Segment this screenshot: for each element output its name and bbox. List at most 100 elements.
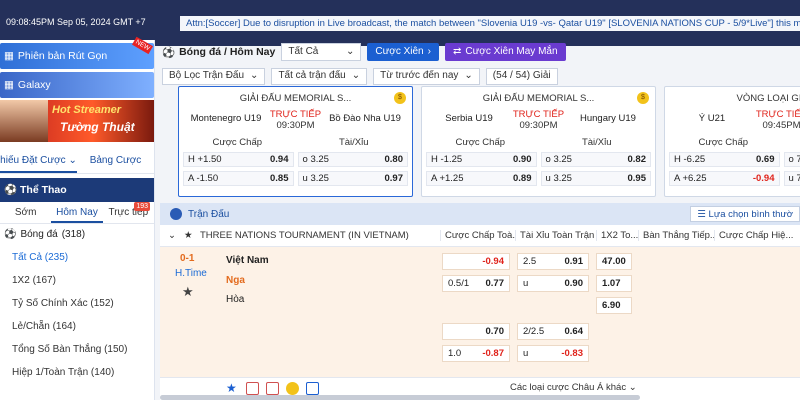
- match-period: H.Time: [175, 268, 207, 279]
- tab-early[interactable]: Sớm: [0, 202, 51, 223]
- star-icon[interactable]: ★: [184, 230, 193, 241]
- match-filter-select[interactable]: Bộ Lọc Trận Đấu ⌄: [162, 67, 266, 85]
- odds-cell[interactable]: A +6.25 -0.94: [669, 171, 780, 186]
- odds-cell[interactable]: o 3.25 0.80: [297, 152, 408, 167]
- odds-cell[interactable]: u 0.90: [517, 275, 589, 292]
- kickoff-time: 09:45PM: [762, 120, 800, 131]
- odds-cell[interactable]: 1.07: [596, 275, 632, 292]
- market-item[interactable]: Tỷ Số Chính Xác (152): [0, 292, 154, 315]
- soccer-ball-icon: ⚽: [162, 46, 176, 59]
- new-badge: NEW: [131, 36, 153, 55]
- handicap-label: Cược Chấp: [455, 137, 506, 148]
- bet-slip-tabs: hiếu Đặt Cược ⌄ Bảng Cược: [0, 148, 154, 174]
- market-item[interactable]: Lẻ/Chẵn (164): [0, 315, 154, 338]
- lite-version-button[interactable]: ▦ Phiên bản Rút Gọn NEW: [0, 36, 154, 69]
- market-item[interactable]: 1X2 (167): [0, 269, 154, 292]
- coin-icon[interactable]: [286, 382, 299, 395]
- live-label: TRỰC TIẾP: [512, 109, 565, 120]
- odds-cell[interactable]: 2/2.5 0.64: [517, 323, 589, 340]
- odds-cell[interactable]: H -6.25 0.69: [669, 152, 780, 167]
- kickoff-time: 09:30PM: [276, 120, 315, 131]
- handicap-label: Cược Chấp: [698, 137, 749, 148]
- view-mode-button[interactable]: ☰ Lựa chọn bình thườ: [690, 206, 800, 222]
- parlay-button[interactable]: Cược Xiên ›: [367, 43, 439, 61]
- soccer-ball-icon: ⚽: [4, 229, 17, 240]
- odds-cell[interactable]: A +1.25 0.89: [426, 171, 537, 186]
- draw-label: Hòa: [226, 294, 245, 305]
- home-team: Việt Nam: [226, 255, 269, 266]
- odds-cell[interactable]: 47.00: [596, 253, 632, 270]
- star-icon[interactable]: ★: [226, 382, 239, 395]
- odds-cell[interactable]: u 3.25 0.97: [297, 171, 408, 186]
- tab-bet-table[interactable]: Bảng Cược: [77, 148, 154, 173]
- date-range-select[interactable]: Từ trước đến nay ⌄: [373, 67, 480, 85]
- all-matches-select[interactable]: Tất cả trận đấu ⌄: [271, 67, 368, 85]
- odds-cell[interactable]: H +1.50 0.94: [183, 152, 294, 167]
- table-header: ⌄ ★ THREE NATIONS TOURNAMENT (IN VIETNAM…: [160, 225, 800, 247]
- tv-icon[interactable]: [266, 382, 279, 395]
- kickoff-time: 09:30PM: [519, 120, 558, 131]
- odds-cell[interactable]: A -1.50 0.85: [183, 171, 294, 186]
- live-count-badge: 193: [134, 202, 150, 211]
- section-title: Trận Đấu: [188, 208, 230, 220]
- grid-icon: ▦: [4, 50, 14, 62]
- favorite-star-icon[interactable]: ★: [182, 284, 194, 300]
- live-label: TRỰC TIẾP: [269, 109, 322, 120]
- col-1x2: 1X2 To...: [596, 230, 638, 241]
- over-under-label: Tài/Xỉu: [338, 137, 369, 148]
- odds-cell[interactable]: 1.0 -0.87: [442, 345, 510, 362]
- odds-cell[interactable]: 6.90: [596, 297, 632, 314]
- tab-today[interactable]: Hôm Nay: [51, 202, 103, 223]
- lite-version-label: Phiên bản Rút Gọn: [17, 50, 108, 62]
- sport-item-soccer[interactable]: ⚽ Bóng đá (318): [0, 224, 154, 246]
- page-title: ⚽ Bóng đá / Hôm Nay: [162, 46, 276, 59]
- featured-match-card[interactable]: VÒNG LOẠI GIẢI V... Ý U21 TRỰC TIẾP09:45…: [664, 86, 800, 197]
- shuffle-icon: ⇄: [452, 46, 462, 57]
- sport-item-label: Bóng đá: [20, 229, 58, 240]
- col-next-goal: Bàn Thắng Tiếp...: [638, 230, 714, 241]
- banner-line2: Tường Thuật: [60, 120, 135, 134]
- odds-cell[interactable]: u 7.: [783, 171, 800, 186]
- odds-cell[interactable]: u -0.83: [517, 345, 589, 362]
- odds-cell[interactable]: -0.94: [442, 253, 510, 270]
- odds-cell[interactable]: 0.5/1 0.77: [442, 275, 510, 292]
- over-under-label: [782, 137, 800, 148]
- grid-icon: ▦: [4, 79, 14, 91]
- odds-cell[interactable]: o 3.25 0.82: [540, 152, 651, 167]
- time-tabs: Sớm Hôm Nay Trực tiếp 193: [0, 202, 154, 224]
- chart-icon[interactable]: [306, 382, 319, 395]
- galaxy-button[interactable]: ▦ Galaxy: [0, 72, 154, 98]
- clock-icon: [170, 208, 182, 220]
- chevron-right-icon: ›: [427, 46, 431, 57]
- featured-match-card[interactable]: GIẢI ĐẤU MEMORIAL S... $ Montenegro U19 …: [178, 86, 413, 197]
- tournament-name[interactable]: ⌄ ★ THREE NATIONS TOURNAMENT (IN VIETNAM…: [160, 230, 440, 241]
- market-item[interactable]: Hiệp 1/Toàn Trận (140): [0, 361, 154, 384]
- market-item[interactable]: Tất Cả (235): [0, 246, 154, 269]
- horizontal-scrollbar[interactable]: [160, 395, 640, 400]
- banner-line1: Hot Streamer: [52, 104, 122, 116]
- league-name: VÒNG LOẠI GIẢI V...: [736, 93, 800, 104]
- featured-match-card[interactable]: GIẢI ĐẤU MEMORIAL S... $ Serbia U19 TRỰC…: [421, 86, 656, 197]
- market-select[interactable]: Tất Cả ⌄: [281, 43, 362, 61]
- hot-streamer-banner[interactable]: Hot Streamer Tường Thuật: [0, 100, 154, 142]
- odds-cell[interactable]: 2.5 0.91: [517, 253, 589, 270]
- sidebar: ▦ Phiên bản Rút Gọn NEW ▦ Galaxy Hot Str…: [0, 36, 155, 400]
- stats-icon[interactable]: [246, 382, 259, 395]
- sport-title: Thể Thao: [20, 184, 67, 196]
- tab-bet-slip[interactable]: hiếu Đặt Cược ⌄: [0, 148, 77, 173]
- market-item[interactable]: Tổng Số Bàn Thắng (150): [0, 338, 154, 361]
- coin-icon: $: [637, 92, 649, 104]
- announcement-ticker[interactable]: Attn:[Soccer] Due to disruption in Live …: [180, 16, 800, 31]
- more-asian-bets-toggle[interactable]: Các loại cược Châu Á khác ⌄: [510, 382, 637, 393]
- odds-cell[interactable]: H -1.25 0.90: [426, 152, 537, 167]
- odds-cell[interactable]: o 7.: [783, 152, 800, 167]
- col-over-under: Tài Xỉu Toàn Trận: [515, 230, 596, 241]
- live-label: TRỰC TIẾP: [755, 109, 800, 120]
- featured-matches: GIẢI ĐẤU MEMORIAL S... $ Montenegro U19 …: [178, 86, 800, 198]
- lucky-parlay-button[interactable]: ⇄ Cược Xiên May Mắn: [444, 43, 566, 61]
- odds-cell[interactable]: u 3.25 0.95: [540, 171, 651, 186]
- league-count-select[interactable]: (54 / 54) Giải: [485, 67, 558, 85]
- away-team: Hungary U19: [579, 113, 636, 124]
- match-score: 0-1: [180, 253, 195, 264]
- odds-cell[interactable]: 0.70: [442, 323, 510, 340]
